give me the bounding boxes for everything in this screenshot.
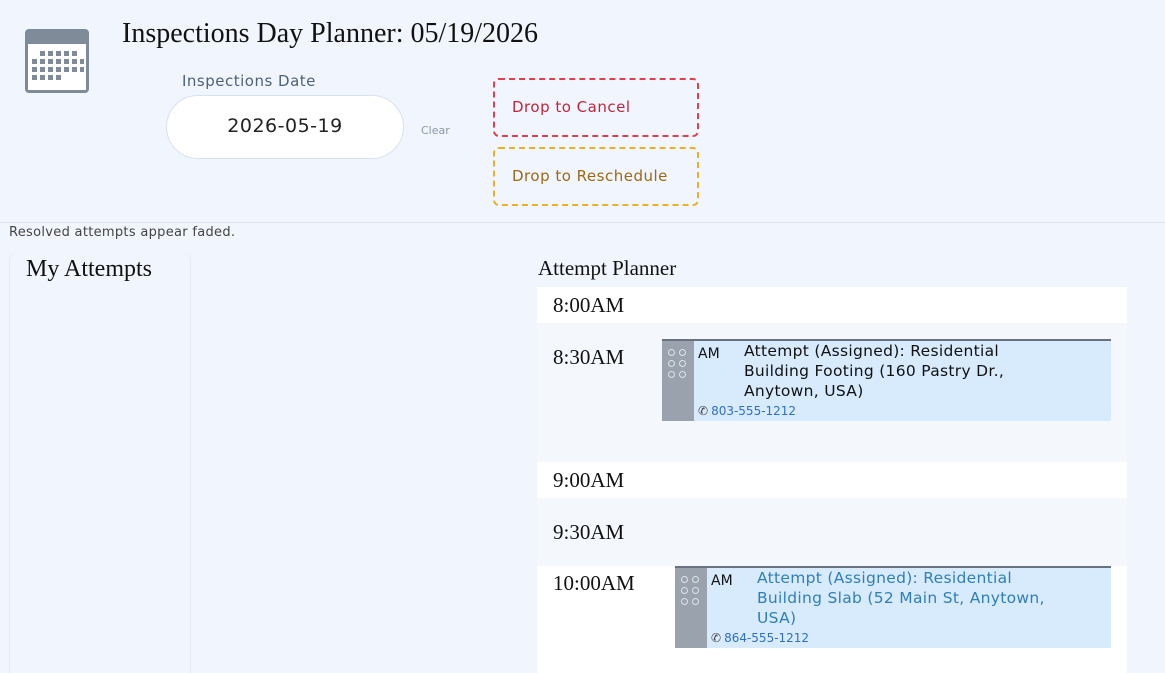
slot-time-label: 9:00AM (553, 468, 625, 492)
drag-handle-icon[interactable] (662, 341, 694, 421)
planner-title: Attempt Planner (538, 256, 677, 280)
hint-text: Resolved attempts appear faded. (9, 225, 236, 240)
my-attempts-title: My Attempts (26, 256, 153, 282)
attempt-phone[interactable]: ✆ 864-555-1212 (711, 631, 809, 645)
date-label: Inspections Date (182, 72, 316, 90)
page-title: Inspections Day Planner: 05/19/2026 (122, 18, 539, 49)
time-slot[interactable]: 9:30AM (537, 498, 1127, 566)
time-slot[interactable]: 8:00AM (537, 287, 1127, 323)
attempt-ampm: AM (711, 573, 733, 589)
drop-to-cancel-zone[interactable]: Drop to Cancel (493, 78, 699, 137)
attempt-title[interactable]: Attempt (Assigned): Residential Building… (757, 568, 1057, 628)
drag-handle-icon[interactable] (675, 568, 707, 648)
clear-button[interactable]: Clear (421, 124, 450, 137)
attempt-planner: 8:00AM 8:30AM AM Attempt (Assigned): Res… (537, 287, 1127, 673)
my-attempts-panel (9, 253, 191, 673)
time-slot[interactable]: 10:00AM AM Attempt (Assigned): Residenti… (537, 566, 1127, 673)
slot-time-label: 10:00AM (553, 571, 635, 595)
slot-time-label: 8:00AM (553, 293, 625, 317)
attempt-ampm: AM (698, 346, 720, 362)
time-slot[interactable]: 8:30AM AM Attempt (Assigned): Residentia… (537, 323, 1127, 462)
slot-time-label: 9:30AM (553, 520, 625, 544)
phone-icon: ✆ (711, 631, 722, 645)
attempt-phone[interactable]: ✆ 803-555-1212 (698, 404, 796, 418)
attempt-title[interactable]: Attempt (Assigned): Residential Building… (744, 341, 1044, 401)
time-slot[interactable]: 9:00AM (537, 462, 1127, 498)
phone-icon: ✆ (698, 404, 709, 418)
attempt-card[interactable]: AM Attempt (Assigned): Residential Build… (662, 339, 1111, 421)
drop-to-reschedule-zone[interactable]: Drop to Reschedule (493, 147, 699, 206)
calendar-icon (25, 29, 89, 93)
date-input[interactable]: 2026-05-19 (166, 95, 404, 159)
slot-time-label: 8:30AM (553, 345, 625, 369)
divider (0, 222, 1165, 223)
attempt-card[interactable]: AM Attempt (Assigned): Residential Build… (675, 566, 1111, 648)
